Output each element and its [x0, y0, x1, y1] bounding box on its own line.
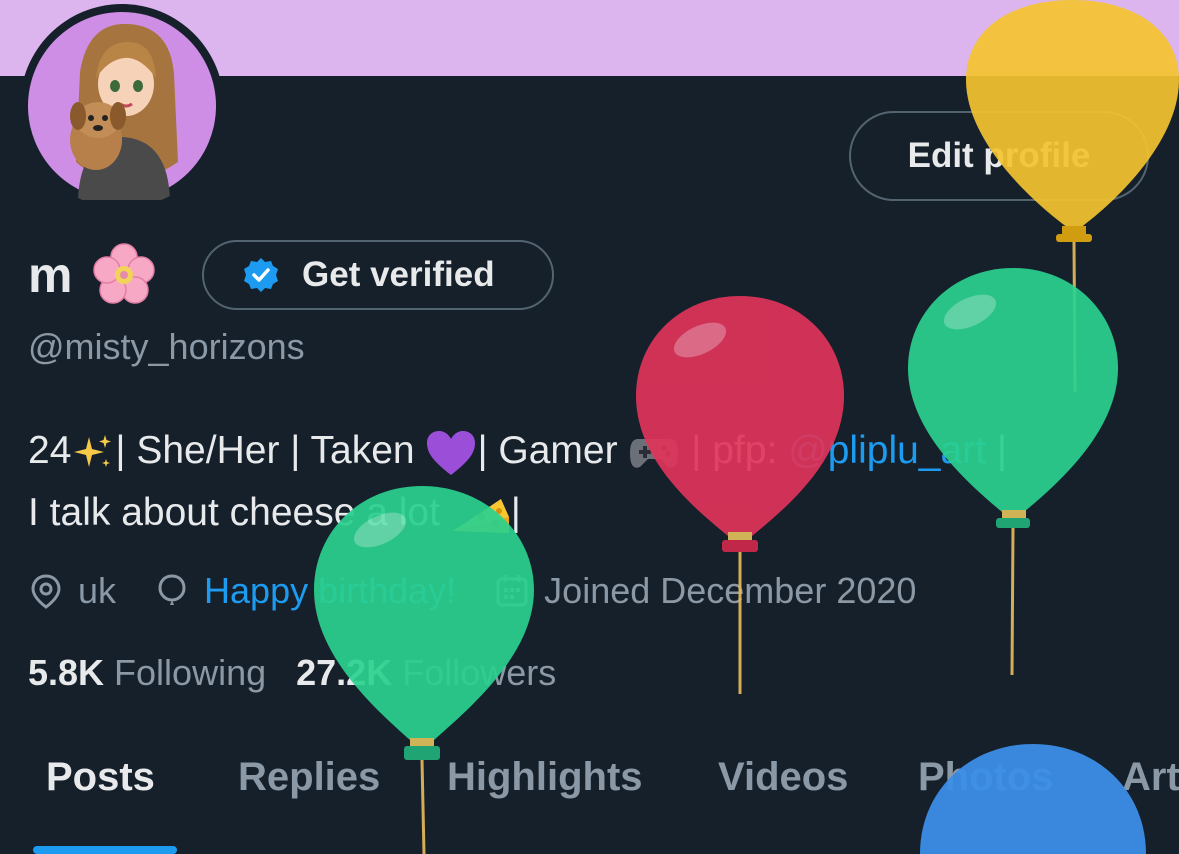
edit-profile-label: Edit profile [907, 136, 1091, 175]
bio-text: I talk about cheese a lot [28, 491, 451, 534]
location-item: uk [28, 570, 116, 612]
balloon-icon [158, 574, 186, 605]
user-handle: @misty_horizons [28, 326, 305, 367]
joined-text: Joined December 2020 [544, 570, 917, 611]
bio-text: | Gamer [477, 429, 629, 472]
display-name: m [28, 247, 73, 303]
bio-mention-link[interactable]: @pliplu_art [788, 429, 986, 472]
active-tab-indicator [33, 846, 177, 854]
followers-label: Followers [402, 652, 557, 693]
profile-tabs: Posts Replies Highlights Videos Photos A… [0, 755, 1179, 835]
purple-heart-icon [427, 430, 476, 475]
game-controller-icon [630, 438, 679, 468]
calendar-icon [496, 575, 528, 607]
profile-bio: 24 | She/Her | Taken | Gamer | pfp: @plip… [28, 420, 1168, 544]
get-verified-label: Get verified [302, 255, 495, 294]
avatar-image [28, 12, 216, 200]
tab-highlights[interactable]: Highlights [447, 755, 643, 800]
followers-link[interactable]: 27.2K Followers [296, 652, 556, 694]
tab-art[interactable]: Art [1122, 755, 1179, 800]
follow-stats: 5.8K Following 27.2K Followers [28, 652, 586, 694]
location-text: uk [78, 570, 117, 611]
following-label: Following [114, 652, 267, 693]
bio-text: | [986, 429, 1007, 472]
cheese-icon [452, 498, 509, 533]
get-verified-button[interactable]: Get verified [202, 240, 554, 310]
edit-profile-button[interactable]: Edit profile [849, 111, 1149, 201]
bio-text: | pfp: [680, 429, 789, 472]
following-link[interactable]: 5.8K Following [28, 652, 266, 694]
following-count: 5.8K [28, 652, 105, 693]
birthday-text[interactable]: Happy birthday! [204, 570, 456, 612]
birthday-item: Happy birthday! [154, 570, 456, 612]
sparkles-icon [74, 434, 112, 467]
joined-item: Joined December 2020 [494, 570, 916, 612]
tab-photos[interactable]: Photos [918, 755, 1054, 800]
bio-text: | [510, 491, 521, 534]
verified-badge-icon [244, 258, 278, 292]
tab-replies[interactable]: Replies [238, 755, 380, 800]
bio-text: | She/Her | Taken [115, 429, 426, 472]
profile-meta: uk Happy birthday! Joined December 2020 [28, 565, 954, 617]
followers-count: 27.2K [296, 652, 393, 693]
display-name-row: m [28, 240, 158, 310]
avatar[interactable] [20, 4, 224, 208]
location-pin-icon [31, 574, 61, 609]
bio-text: 24 [28, 429, 72, 472]
cherry-blossom-icon [93, 243, 156, 304]
tab-posts[interactable]: Posts [46, 755, 155, 800]
tab-videos[interactable]: Videos [718, 755, 848, 800]
